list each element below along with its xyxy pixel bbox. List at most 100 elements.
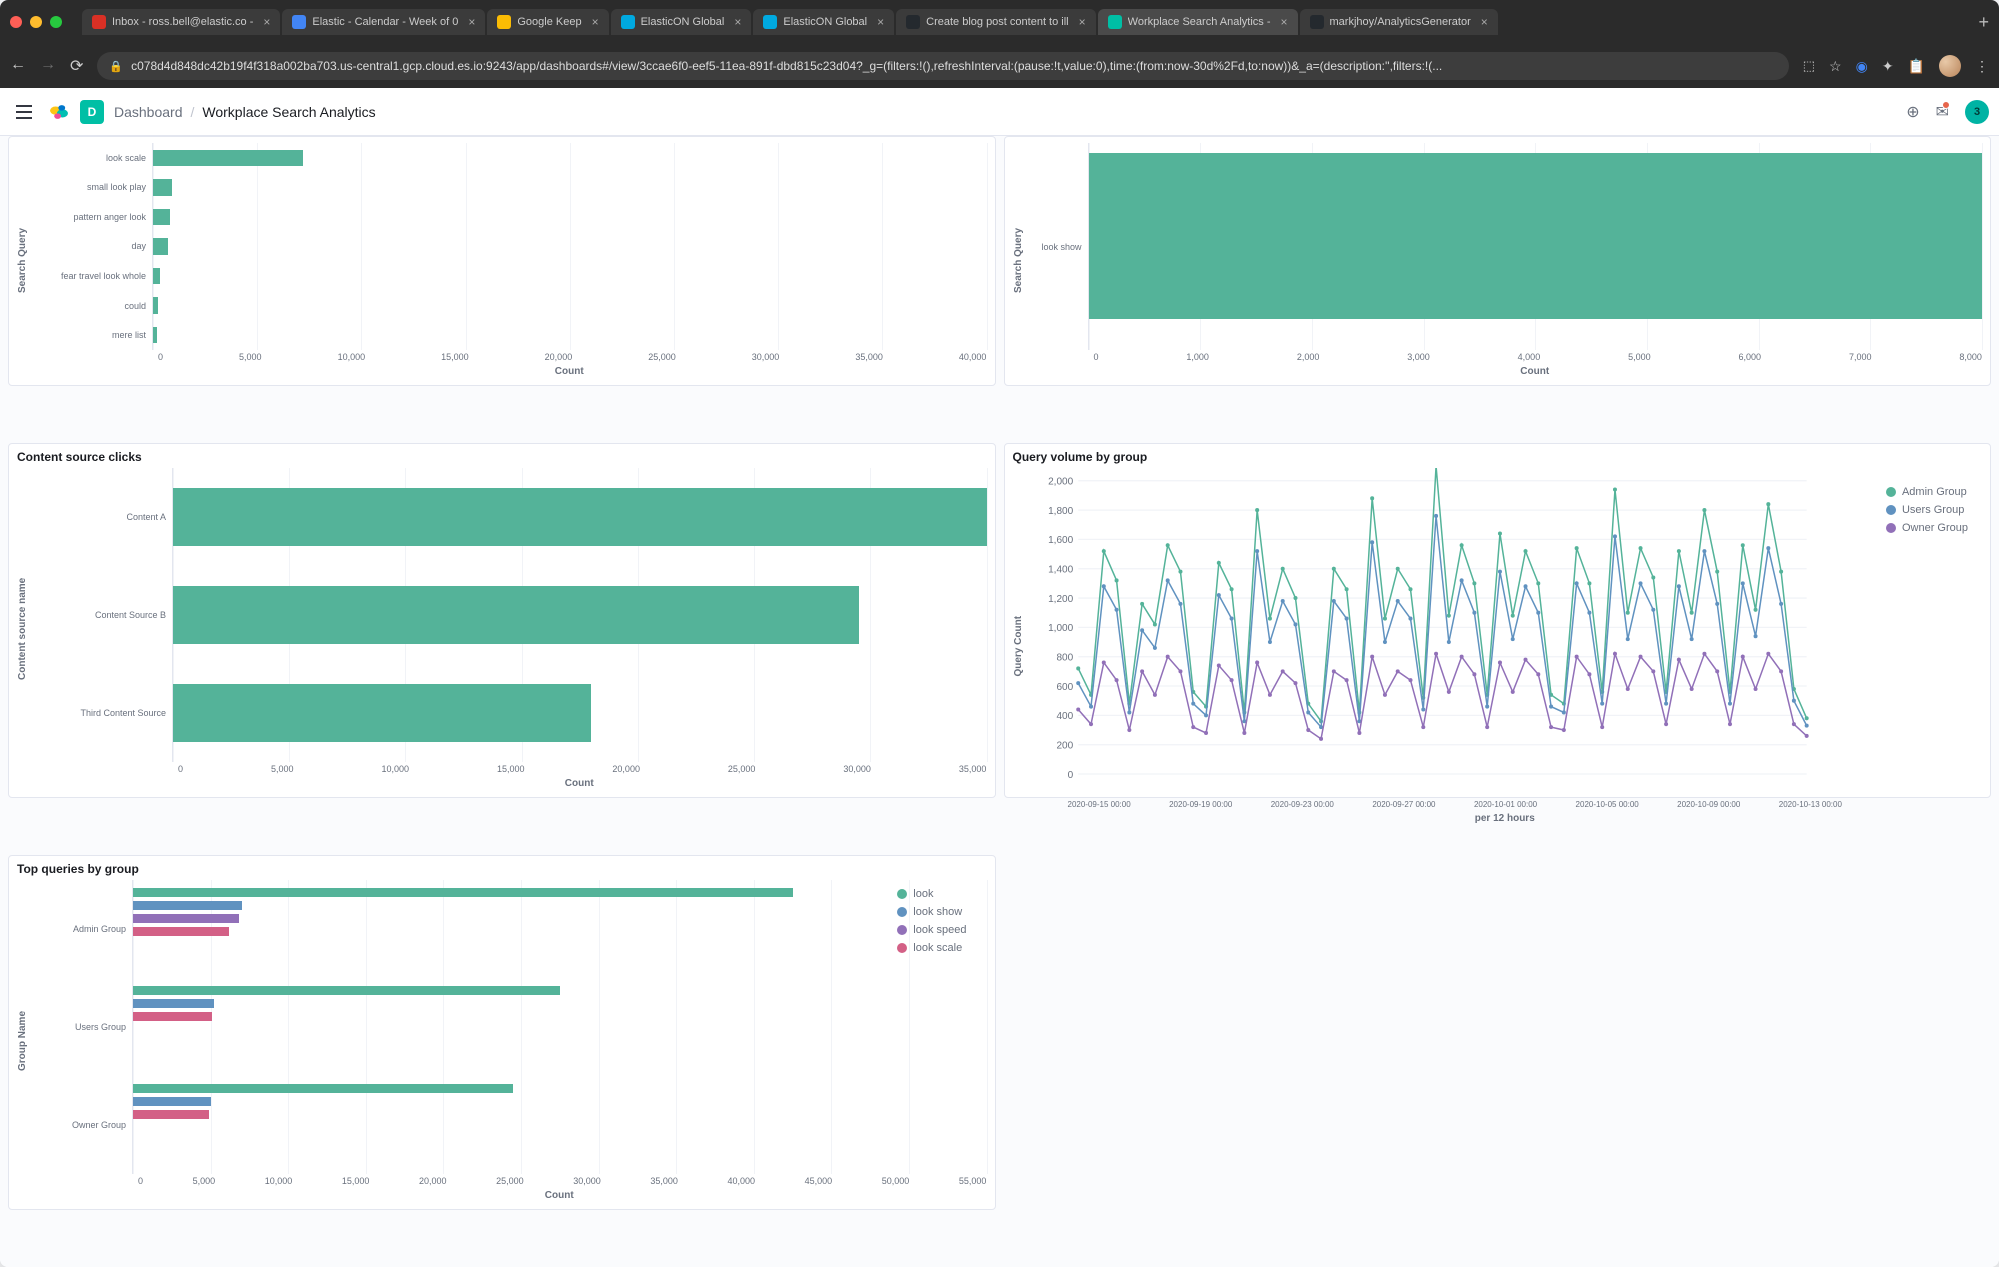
close-tab-icon[interactable]: ×: [734, 15, 741, 29]
url-input[interactable]: 🔒 c078d4d848dc42b19f4f318a002ba703.us-ce…: [97, 52, 1788, 80]
user-menu-button[interactable]: 3: [1965, 100, 1989, 124]
bar[interactable]: [153, 268, 160, 285]
browser-tab[interactable]: Inbox - ross.bell@elastic.co -×: [82, 9, 280, 35]
app-header: D Dashboard / Workplace Search Analytics…: [0, 88, 1999, 136]
favicon-icon: [763, 15, 777, 29]
panel-title: Content source clicks: [17, 450, 987, 464]
space-selector[interactable]: D: [80, 100, 104, 124]
legend-item[interactable]: look: [897, 888, 966, 900]
bar[interactable]: [153, 327, 157, 344]
url-text: c078d4d848dc42b19f4f318a002ba703.us-cent…: [131, 59, 1442, 73]
bar[interactable]: [133, 1012, 212, 1021]
breadcrumb-current: Workplace Search Analytics: [202, 104, 375, 120]
bar[interactable]: [133, 927, 229, 936]
svg-text:200: 200: [1056, 740, 1073, 751]
close-tab-icon[interactable]: ×: [1079, 15, 1086, 29]
bar[interactable]: [133, 986, 560, 995]
legend-item[interactable]: look show: [897, 906, 966, 918]
svg-text:600: 600: [1056, 682, 1073, 693]
nav-toggle-button[interactable]: [10, 98, 38, 126]
breadcrumb: Dashboard / Workplace Search Analytics: [114, 104, 376, 120]
extensions-menu-icon[interactable]: ✦: [1882, 58, 1894, 75]
dashboard-grid: Search Query look scalesmall look playpa…: [0, 136, 1999, 1267]
browser-tab[interactable]: ElasticON Global×: [753, 9, 894, 35]
svg-text:0: 0: [1067, 770, 1073, 781]
extension-icon[interactable]: ◉: [1856, 58, 1868, 75]
screencast-icon[interactable]: ⬚: [1803, 58, 1815, 74]
legend-item[interactable]: look scale: [897, 942, 966, 954]
svg-text:1,800: 1,800: [1048, 506, 1073, 517]
legend-item[interactable]: Users Group: [1886, 504, 1968, 516]
y-axis-label: Search Query: [17, 143, 28, 377]
reading-list-icon[interactable]: 📋: [1908, 58, 1925, 75]
bar[interactable]: [1089, 153, 1983, 319]
panel-title: Top queries by group: [17, 862, 987, 876]
bar[interactable]: [153, 209, 170, 226]
panel-search-query-left[interactable]: Search Query look scalesmall look playpa…: [8, 136, 996, 386]
forward-button[interactable]: →: [40, 56, 56, 76]
svg-text:400: 400: [1056, 711, 1073, 722]
bar[interactable]: [133, 901, 242, 910]
favicon-icon: [292, 15, 306, 29]
y-axis-label: Group Name: [17, 880, 28, 1201]
bar[interactable]: [173, 488, 987, 547]
close-tab-icon[interactable]: ×: [468, 15, 475, 29]
bar[interactable]: [173, 586, 859, 645]
browser-tab[interactable]: ElasticON Global×: [611, 9, 752, 35]
close-tab-icon[interactable]: ×: [592, 15, 599, 29]
profile-avatar[interactable]: [1939, 55, 1961, 77]
bar[interactable]: [133, 914, 239, 923]
browser-tab[interactable]: Elastic - Calendar - Week of 0×: [282, 9, 485, 35]
browser-tab[interactable]: markjhoy/AnalyticsGenerator×: [1300, 9, 1498, 35]
bar[interactable]: [133, 888, 793, 897]
browser-tab[interactable]: Google Keep×: [487, 9, 608, 35]
legend-item[interactable]: Admin Group: [1886, 486, 1968, 498]
bar[interactable]: [133, 1084, 513, 1093]
bar[interactable]: [153, 238, 168, 255]
bar[interactable]: [173, 684, 591, 743]
panel-content-source-clicks[interactable]: Content source clicks Content source nam…: [8, 443, 996, 798]
close-tab-icon[interactable]: ×: [1481, 15, 1488, 29]
browser-tab[interactable]: Create blog post content to ill×: [896, 9, 1096, 35]
chart-legend: Admin Group Users Group Owner Group: [1886, 486, 1968, 540]
close-tab-icon[interactable]: ×: [263, 15, 270, 29]
back-button[interactable]: ←: [10, 56, 26, 76]
svg-text:1,000: 1,000: [1048, 623, 1073, 634]
bar[interactable]: [153, 150, 303, 167]
x-axis-label: Count: [32, 778, 987, 789]
elastic-logo-icon[interactable]: [48, 101, 70, 123]
newsfeed-icon[interactable]: ✉: [1936, 102, 1949, 122]
close-window-icon[interactable]: [10, 16, 22, 28]
bar[interactable]: [153, 297, 158, 314]
panel-top-queries-by-group[interactable]: Top queries by group Group Name Admin Gr…: [8, 855, 996, 1210]
browser-tab[interactable]: Workplace Search Analytics -×: [1098, 9, 1298, 35]
legend-item[interactable]: Owner Group: [1886, 522, 1968, 534]
minimize-window-icon[interactable]: [30, 16, 42, 28]
browser-menu-icon[interactable]: ⋮: [1975, 58, 1989, 75]
bar[interactable]: [133, 1097, 211, 1106]
svg-text:1,600: 1,600: [1048, 535, 1073, 546]
new-tab-button[interactable]: +: [1978, 12, 1989, 33]
y-axis-label: Query Count: [1013, 468, 1024, 824]
window-controls[interactable]: [10, 16, 62, 28]
bookmark-icon[interactable]: ☆: [1829, 58, 1842, 75]
favicon-icon: [1108, 15, 1122, 29]
bar[interactable]: [153, 179, 172, 196]
maximize-window-icon[interactable]: [50, 16, 62, 28]
close-tab-icon[interactable]: ×: [877, 15, 884, 29]
svg-text:2,000: 2,000: [1048, 477, 1073, 488]
favicon-icon: [1310, 15, 1324, 29]
panel-search-query-right[interactable]: Search Query look show 01,0002,0003,0004…: [1004, 136, 1992, 386]
close-tab-icon[interactable]: ×: [1281, 15, 1288, 29]
favicon-icon: [92, 15, 106, 29]
svg-text:1,400: 1,400: [1048, 564, 1073, 575]
breadcrumb-dashboard[interactable]: Dashboard: [114, 104, 183, 120]
favicon-icon: [621, 15, 635, 29]
legend-item[interactable]: look speed: [897, 924, 966, 936]
help-icon[interactable]: ⊕: [1906, 102, 1919, 122]
bar[interactable]: [133, 999, 214, 1008]
panel-query-volume-by-group[interactable]: Query volume by group Query Count 020040…: [1004, 443, 1992, 798]
bar[interactable]: [133, 1110, 209, 1119]
lock-icon: 🔒: [109, 60, 123, 73]
reload-button[interactable]: ⟳: [70, 56, 83, 76]
